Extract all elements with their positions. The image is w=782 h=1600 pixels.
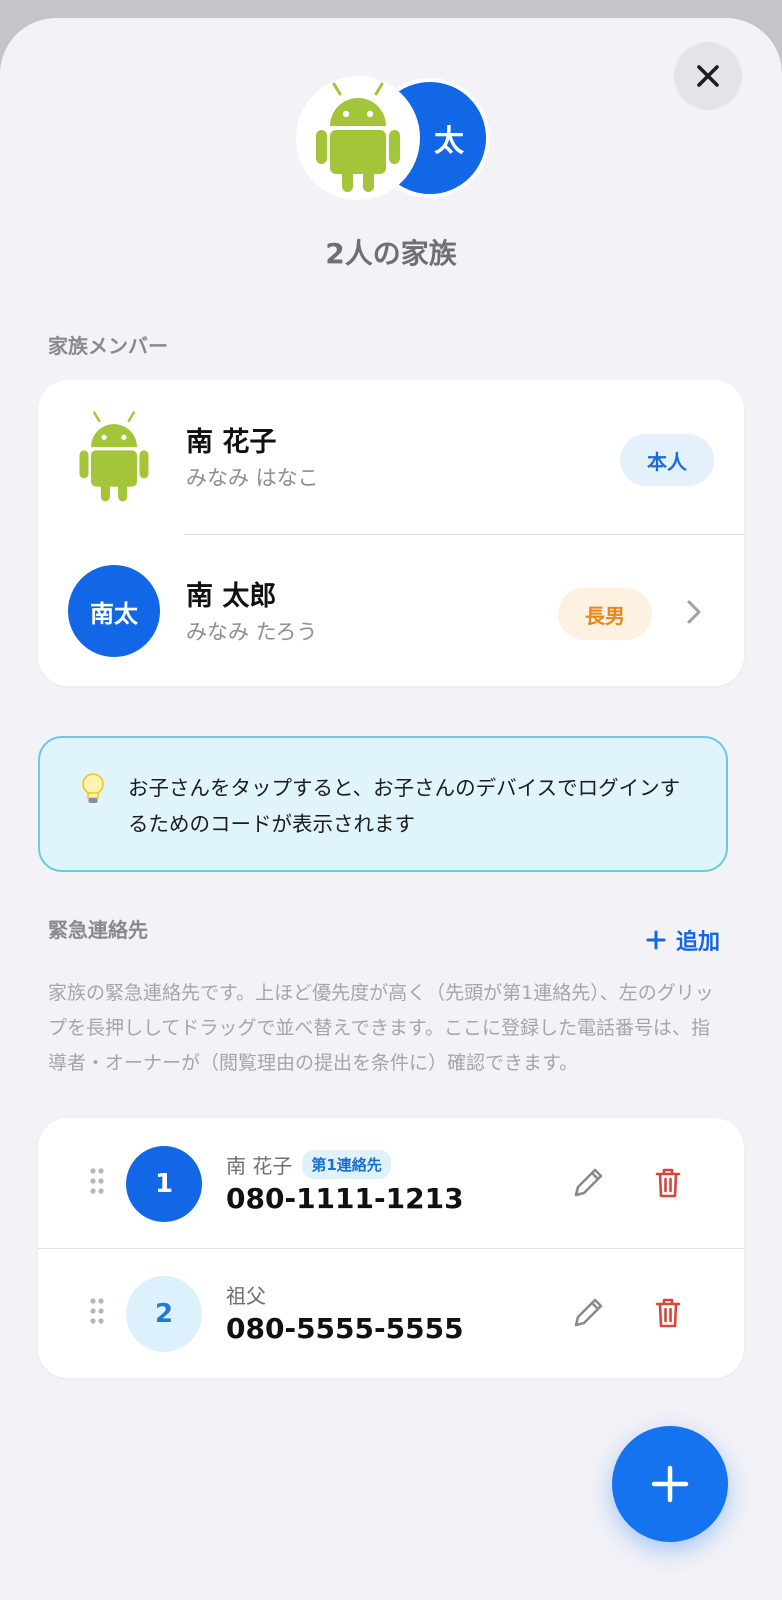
primary-contact-badge: 第1連絡先 [302,1150,391,1179]
plus-icon [651,1465,689,1503]
member-name: 南 太郎 [186,581,277,612]
info-text: お子さんをタップすると、お子さんのデバイスでログインするためのコードが表示されま… [128,776,681,836]
members-card: 南 花子 みなみ はなこ 本人 南太 南 太郎 みなみ たろう 長男 [38,380,744,686]
trash-icon[interactable] [648,1293,688,1333]
members-section-label: 家族メンバー [48,334,168,358]
page-title: 2人の家族 [325,237,457,270]
add-contact-link[interactable]: 追加 [646,924,720,956]
contact-phone: 080-5555-5555 [226,1312,464,1345]
emergency-section-label: 緊急連絡先 [48,918,148,942]
info-banner: お子さんをタップすると、お子さんのデバイスでログインするためのコードが表示されま… [38,736,728,872]
contact-row: 1 南 花子 第1連絡先 080-1111-1213 [38,1118,744,1249]
lightbulb-icon [82,773,104,803]
emergency-description: 家族の緊急連絡先です。上ほど優先度が高く（先頭が第1連絡先）、左のグリップを長押… [48,982,714,1074]
role-badge: 長男 [558,588,652,640]
chevron-right-icon[interactable] [684,596,704,628]
member-row-hanako: 南 花子 みなみ はなこ 本人 [38,380,744,535]
grip-icon[interactable] [90,1298,104,1324]
pencil-icon[interactable] [568,1163,608,1203]
avatar-hanako [296,76,420,200]
contact-name-line: 祖父 [226,1280,266,1309]
grip-icon[interactable] [90,1168,104,1194]
member-avatar [68,411,160,503]
priority-number: 1 [126,1146,202,1222]
family-avatars: 太 [0,76,782,202]
role-badge: 本人 [620,434,714,486]
priority-number: 2 [126,1276,202,1352]
member-name: 南 花子 [186,427,277,458]
plus-icon [646,930,666,950]
android-icon [316,82,400,192]
contact-name: 祖父 [226,1284,266,1308]
add-fab-button[interactable] [612,1426,728,1542]
member-kana: みなみ はなこ [186,466,319,490]
member-avatar: 南太 [68,565,160,657]
pencil-icon[interactable] [568,1293,608,1333]
trash-icon[interactable] [648,1163,688,1203]
android-icon [79,411,149,502]
contact-row: 2 祖父 080-5555-5555 [38,1248,744,1378]
contacts-card: 1 南 花子 第1連絡先 080-1111-1213 2 祖父 080-5555… [38,1118,744,1378]
contact-name: 南 花子 [226,1154,293,1178]
member-kana: みなみ たろう [186,620,318,644]
family-sheet: 太 2人の家族 家族メンバー 南 花子 みなみ はなこ 本人 南太 南 太郎 み… [0,18,782,1600]
add-contact-label: 追加 [675,930,720,955]
contact-phone: 080-1111-1213 [226,1182,464,1215]
member-row-taro[interactable]: 南太 南 太郎 みなみ たろう 長男 [38,534,744,688]
avatar-initial: 太 [434,124,464,159]
contact-name-line: 南 花子 第1連絡先 [226,1150,391,1179]
